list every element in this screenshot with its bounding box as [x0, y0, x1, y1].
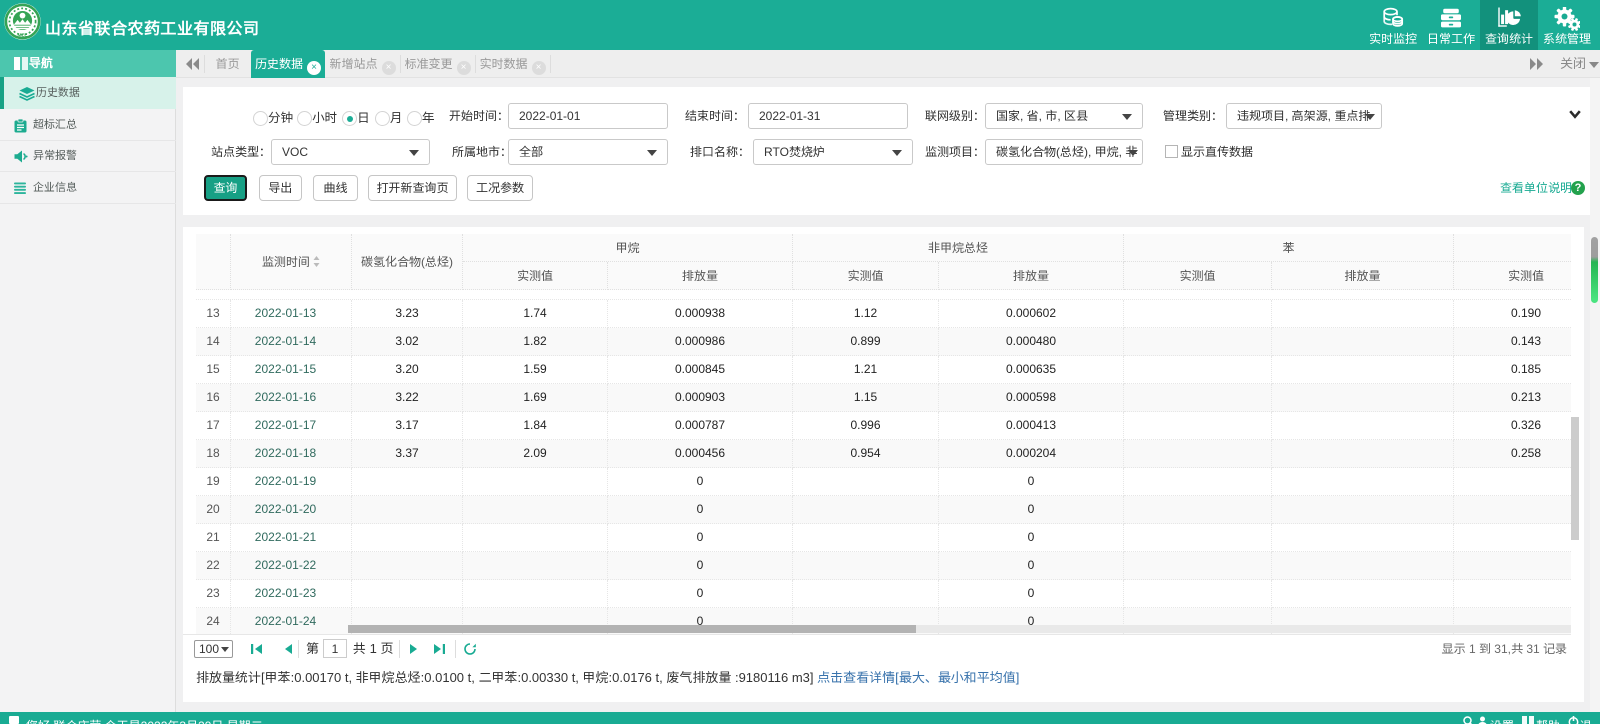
- svg-text:MEE: MEE: [18, 33, 28, 38]
